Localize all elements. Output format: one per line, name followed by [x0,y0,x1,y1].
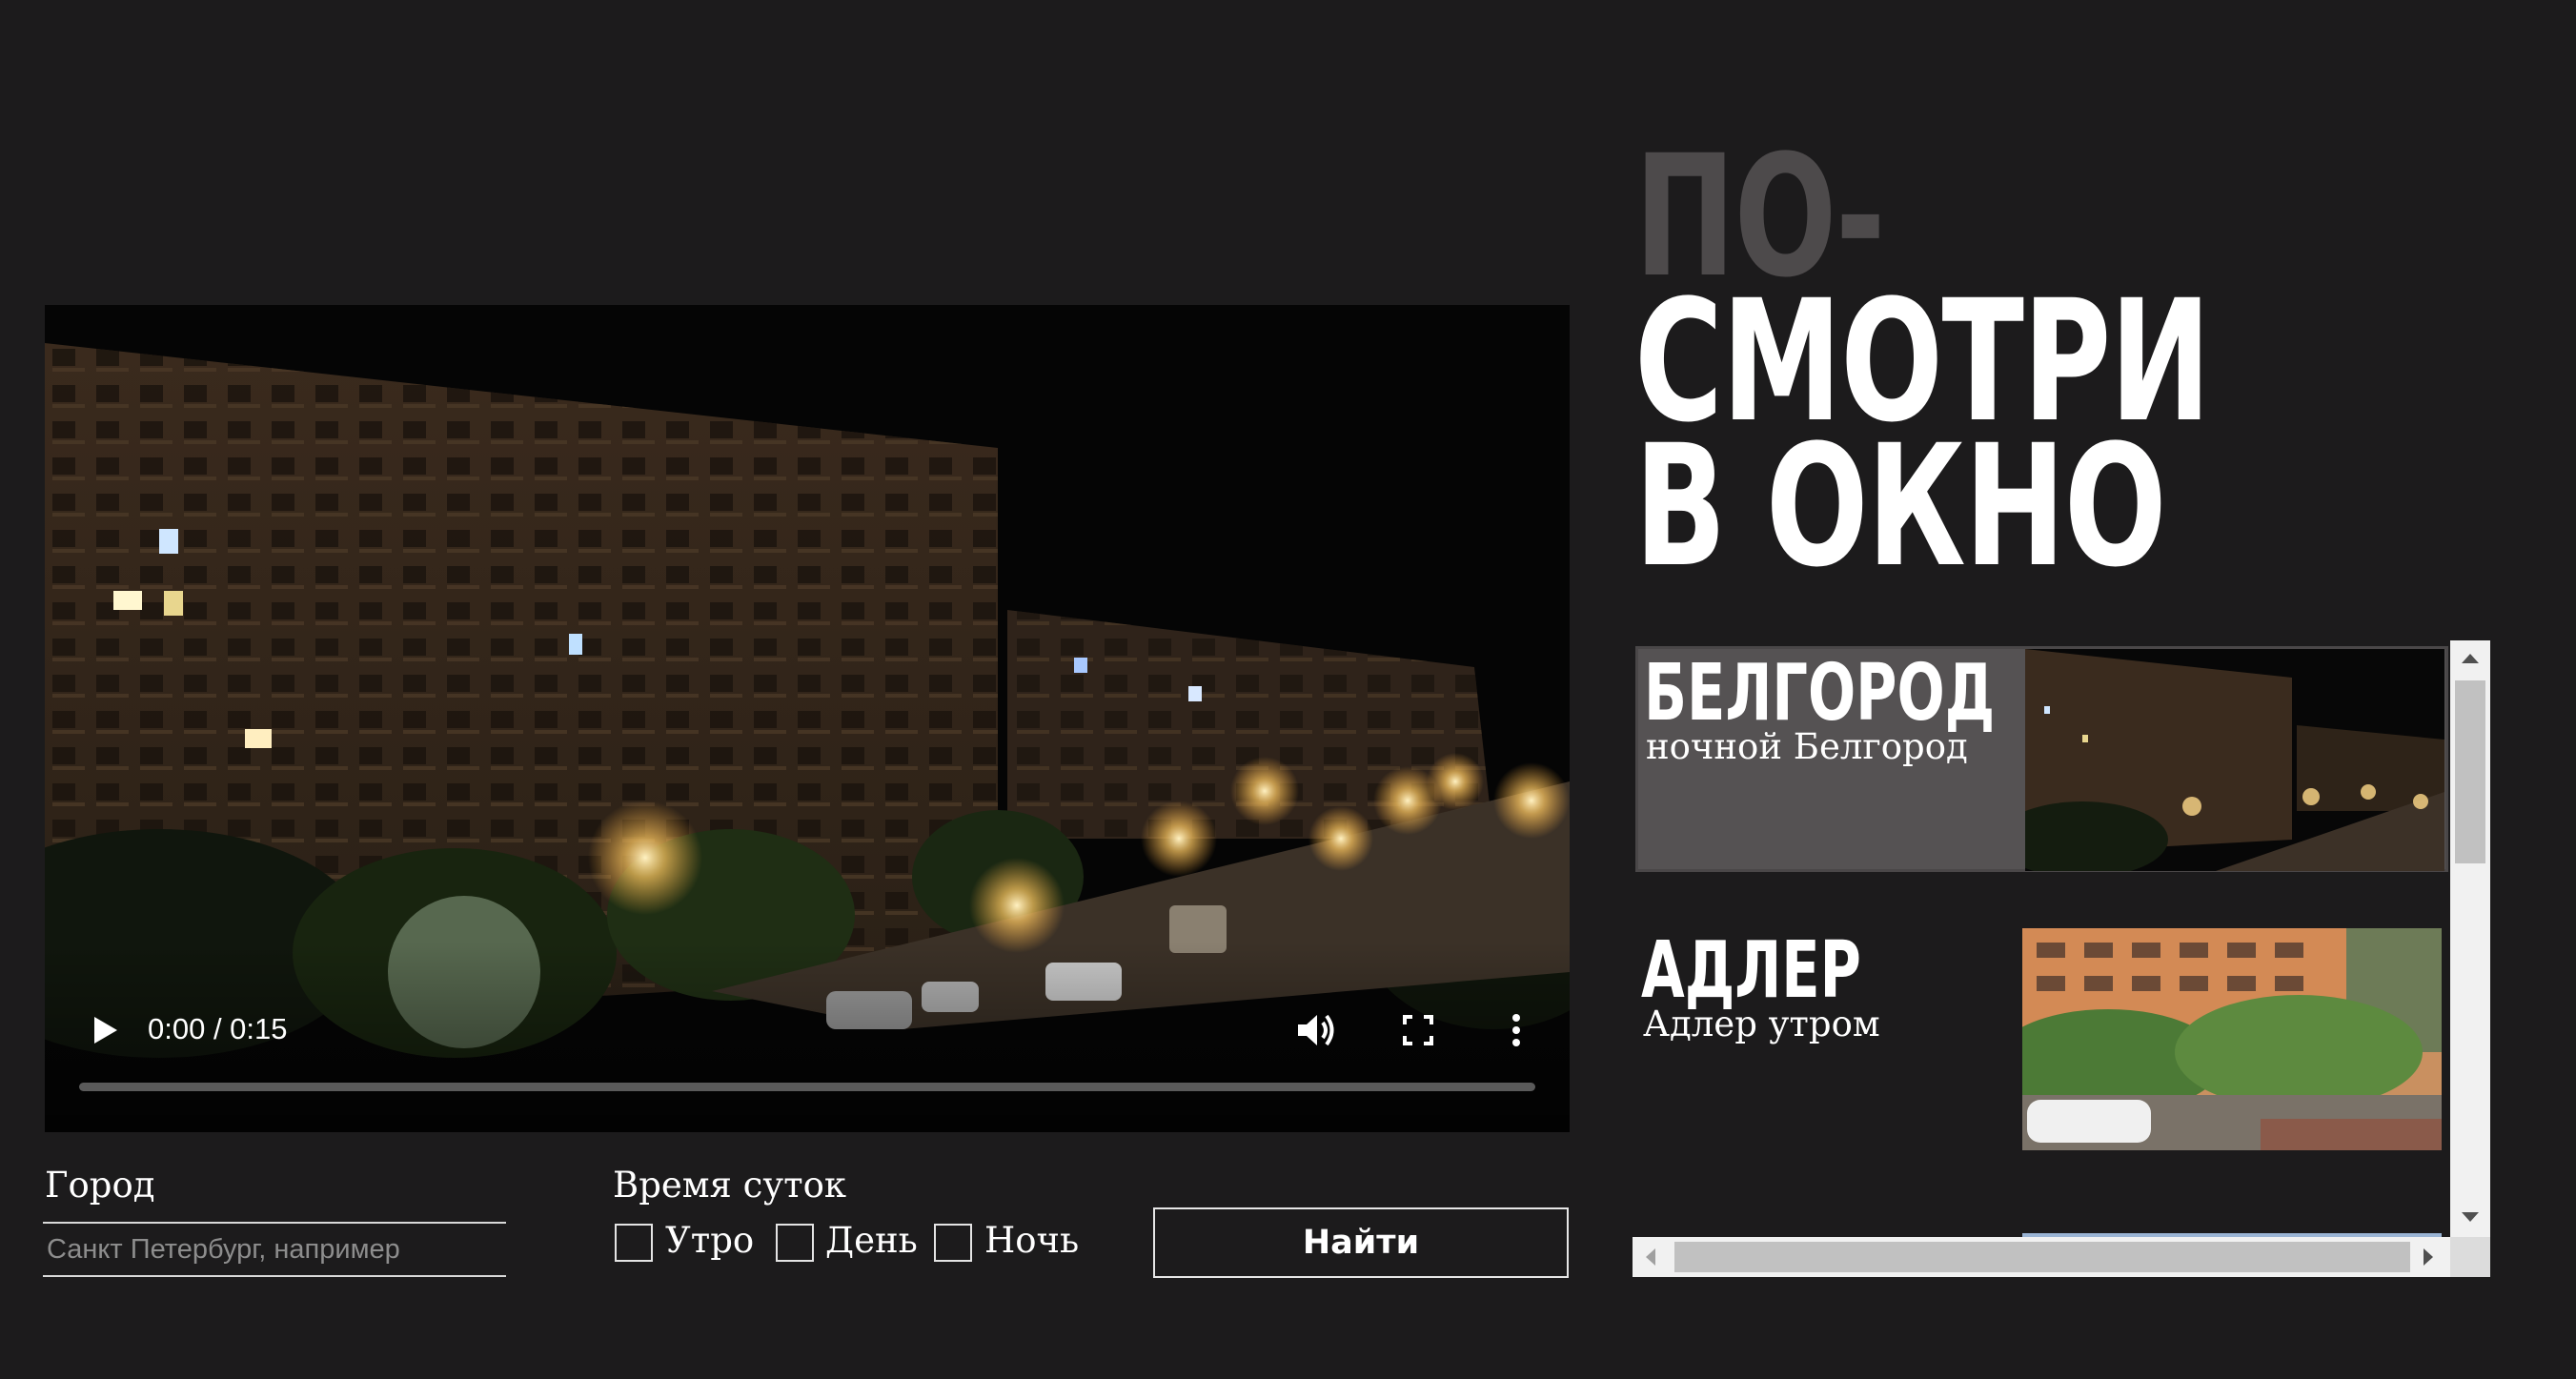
time-of-day-label: Время суток [613,1165,847,1206]
more-options-button[interactable] [1497,1006,1535,1054]
list-vertical-scrollbar[interactable] [2450,640,2490,1237]
scroll-left-arrow-icon[interactable] [1646,1248,1655,1266]
scroll-down-arrow-icon[interactable] [2462,1212,2479,1222]
checkbox-morning-label: Утро [665,1220,755,1261]
list-horizontal-scrollbar[interactable] [1633,1237,2490,1277]
scroll-up-arrow-icon[interactable] [2462,654,2479,663]
more-vertical-icon [1512,1014,1520,1046]
city-list[interactable]: БЕЛГОРОД ночной Белгород АДЛЕР Адлер утр… [1633,640,2450,1237]
horizontal-scroll-thumb[interactable] [1674,1242,2410,1272]
fullscreen-icon [1403,1015,1433,1045]
city-card-adler[interactable]: АДЛЕР Адлер утром [1635,926,2448,1152]
city-card-belgorod[interactable]: БЕЛГОРОД ночной Белгород [1635,646,2448,872]
scroll-right-arrow-icon[interactable] [2424,1248,2433,1266]
volume-button[interactable] [1293,1008,1339,1052]
video-player[interactable]: 0:00 / 0:15 [45,305,1570,1132]
city-card-title: АДЛЕР [1641,925,1861,1016]
page-title-line-3: В ОКНО [1634,409,2167,604]
play-icon [94,1017,117,1044]
checkbox-morning[interactable] [615,1224,653,1262]
vertical-scroll-thumb[interactable] [2455,680,2485,863]
volume-icon [1298,1014,1334,1046]
checkbox-night-label: Ночь [984,1220,1080,1261]
city-card-subtitle: Адлер утром [1643,1004,1880,1044]
find-button[interactable]: Найти [1153,1207,1569,1278]
checkbox-night[interactable] [934,1224,972,1262]
video-time: 0:00 / 0:15 [148,1012,288,1045]
checkbox-day-label: День [825,1220,918,1261]
play-button[interactable] [83,1008,127,1052]
city-card-title: БЕЛГОРОД [1644,648,1996,739]
scrollbar-corner [2450,1237,2490,1277]
city-label: Город [45,1165,155,1206]
fullscreen-button[interactable] [1396,1008,1440,1052]
city-thumbnail [2025,649,2444,871]
city-thumbnail [2022,928,2442,1150]
city-card-subtitle: ночной Белгород [1646,726,1968,767]
checkbox-day[interactable] [776,1224,814,1262]
city-input[interactable] [43,1222,506,1277]
video-progress-bar[interactable] [79,1083,1535,1091]
